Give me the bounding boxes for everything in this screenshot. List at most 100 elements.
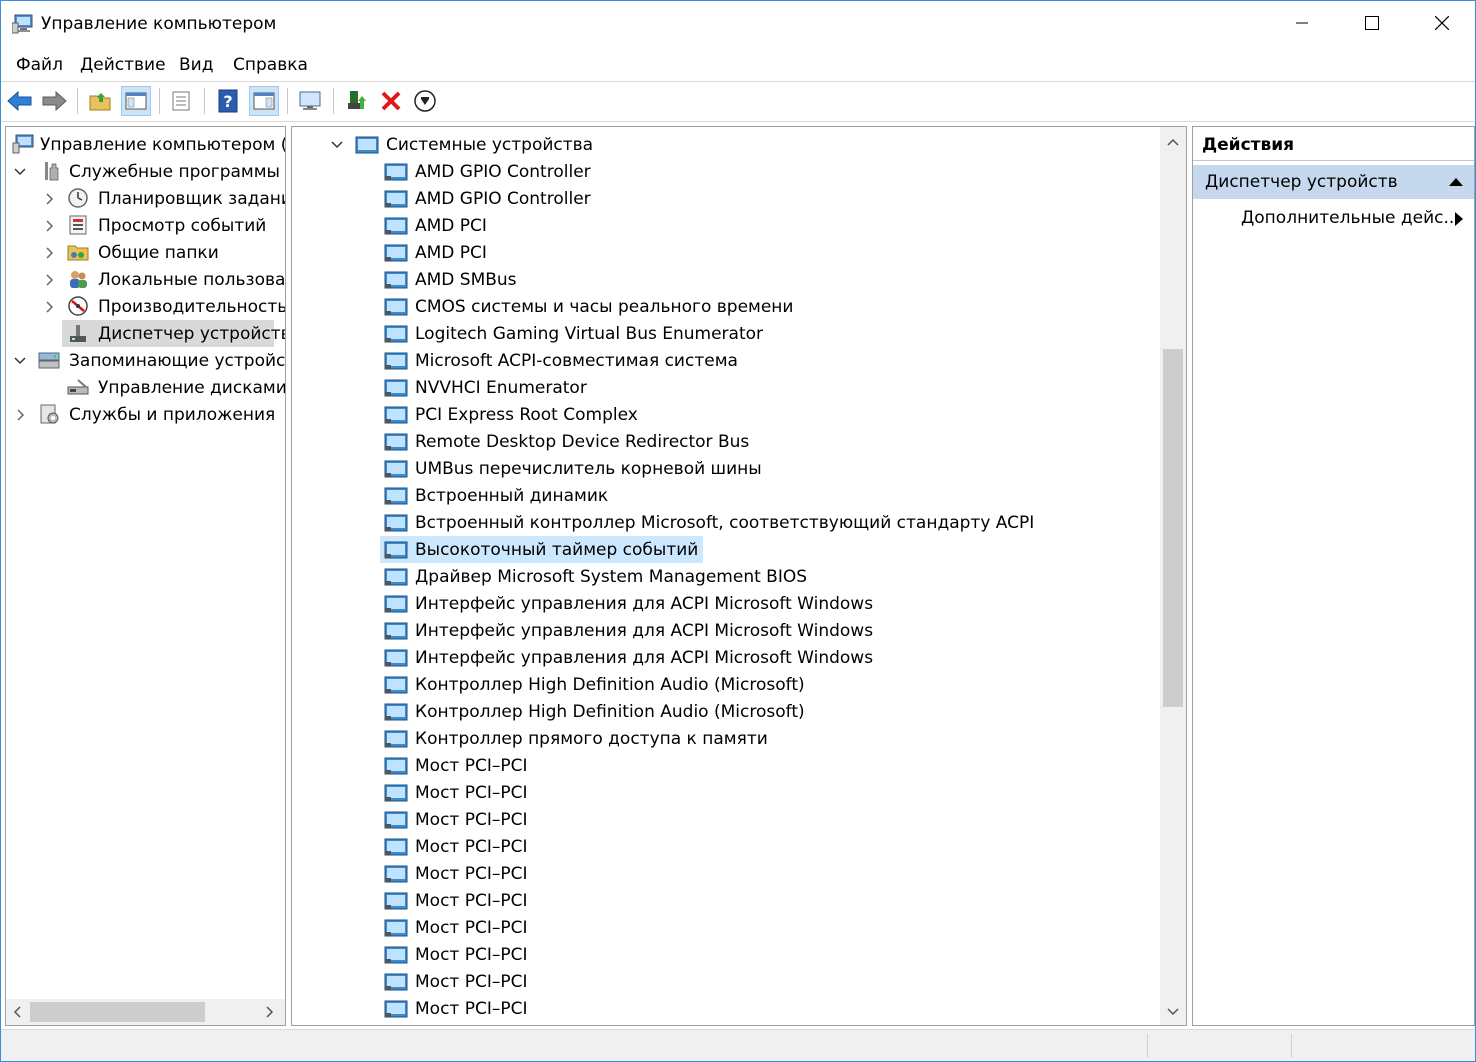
actions-more-actions[interactable]: Дополнительные дейс...	[1193, 203, 1474, 233]
system-device-icon	[384, 271, 408, 289]
scan-hardware-button[interactable]	[295, 86, 325, 116]
chevron-right-icon[interactable]	[14, 408, 28, 422]
minimize-button[interactable]	[1267, 1, 1337, 45]
back-button[interactable]	[5, 86, 35, 116]
system-device-icon	[384, 649, 408, 667]
toolbar-separator	[287, 88, 288, 114]
device-list-vertical-scrollbar[interactable]	[1160, 127, 1186, 1025]
device-item[interactable]: Мост PCI–PCI	[292, 995, 1152, 1022]
device-item-label: Высокоточный таймер событий	[415, 540, 699, 560]
actions-header-label: Действия	[1202, 135, 1295, 155]
uninstall-device-button[interactable]	[376, 86, 406, 116]
device-item[interactable]: Мост PCI–PCI	[292, 887, 1152, 914]
tree-item-local-users[interactable]: Локальные пользовате	[6, 266, 285, 293]
scroll-right-icon[interactable]	[265, 1006, 275, 1018]
tree-item-device-manager[interactable]: Диспетчер устройств	[62, 320, 285, 347]
chevron-right-icon[interactable]	[43, 273, 57, 287]
uninstall-icon	[381, 91, 401, 111]
menu-file[interactable]: Файл	[16, 55, 63, 75]
system-device-icon	[384, 865, 408, 883]
console-view-button[interactable]	[249, 86, 279, 116]
forward-button[interactable]	[39, 86, 69, 116]
scroll-up-icon[interactable]	[1167, 137, 1179, 147]
device-item[interactable]: Мост PCI–PCI	[292, 779, 1152, 806]
device-item[interactable]: PCI Express Root Complex	[292, 401, 1152, 428]
menu-action[interactable]: Действие	[80, 55, 166, 75]
tree-horizontal-scrollbar[interactable]	[6, 999, 285, 1025]
chevron-down-icon[interactable]	[330, 138, 344, 152]
system-device-icon	[384, 406, 408, 424]
tree-item-storage[interactable]: Запоминающие устройств	[6, 347, 285, 374]
tree-root-label: Управление компьютером (лс	[40, 135, 286, 155]
properties-icon	[172, 91, 190, 111]
disable-device-button[interactable]	[410, 86, 440, 116]
system-device-icon	[384, 622, 408, 640]
tree-item-shared-folders[interactable]: Общие папки	[6, 239, 285, 266]
update-driver-button[interactable]	[341, 86, 371, 116]
device-item[interactable]: AMD SMBus	[292, 266, 1152, 293]
tree-item-label: Запоминающие устройств	[69, 351, 286, 371]
tree-item-task-scheduler[interactable]: Планировщик заданий	[6, 185, 285, 212]
toolbar-separator	[159, 88, 160, 114]
show-hide-tree-icon	[125, 92, 147, 110]
tree-item-performance[interactable]: Производительность	[6, 293, 285, 320]
tree-item-event-viewer[interactable]: Просмотр событий	[6, 212, 285, 239]
device-list-scroll-thumb[interactable]	[1163, 349, 1183, 707]
scroll-left-icon[interactable]	[12, 1006, 22, 1018]
device-item[interactable]: Мост PCI–PCI	[292, 752, 1152, 779]
scroll-down-icon[interactable]	[1167, 1007, 1179, 1017]
maximize-button[interactable]	[1337, 1, 1407, 45]
device-item[interactable]: Logitech Gaming Virtual Bus Enumerator	[292, 320, 1152, 347]
device-item[interactable]: Контроллер High Definition Audio (Micros…	[292, 671, 1152, 698]
device-item-label: Встроенный динамик	[415, 486, 609, 506]
tree-item-system-tools[interactable]: Служебные программы	[6, 158, 285, 185]
device-item[interactable]: Мост PCI–PCI	[292, 806, 1152, 833]
device-item[interactable]: Интерфейс управления для ACPI Microsoft …	[292, 617, 1152, 644]
device-item[interactable]: Мост PCI–PCI	[292, 833, 1152, 860]
properties-button[interactable]	[166, 86, 196, 116]
device-item[interactable]: Мост PCI–PCI	[292, 860, 1152, 887]
device-item[interactable]: Контроллер High Definition Audio (Micros…	[292, 698, 1152, 725]
device-item[interactable]: Драйвер Microsoft System Management BIOS	[292, 563, 1152, 590]
actions-section-device-manager[interactable]: Диспетчер устройств	[1193, 165, 1474, 199]
system-device-icon	[384, 1000, 408, 1018]
device-item[interactable]: Встроенный контроллер Microsoft, соответ…	[292, 509, 1152, 536]
device-category-system[interactable]: Системные устройства	[292, 131, 1152, 158]
show-hide-tree-button[interactable]	[121, 86, 151, 116]
device-item[interactable]: Высокоточный таймер событий	[292, 536, 1152, 563]
device-item[interactable]: Встроенный динамик	[292, 482, 1152, 509]
device-item[interactable]: AMD GPIO Controller	[292, 185, 1152, 212]
chevron-down-icon[interactable]	[13, 354, 27, 368]
up-one-level-button[interactable]	[85, 86, 115, 116]
chevron-right-icon[interactable]	[43, 219, 57, 233]
device-item[interactable]: AMD GPIO Controller	[292, 158, 1152, 185]
device-item[interactable]: UMBus перечислитель корневой шины	[292, 455, 1152, 482]
chevron-right-icon[interactable]	[43, 300, 57, 314]
device-item[interactable]: Remote Desktop Device Redirector Bus	[292, 428, 1152, 455]
chevron-down-icon[interactable]	[13, 165, 27, 179]
device-item[interactable]: AMD PCI	[292, 239, 1152, 266]
close-button[interactable]	[1407, 1, 1476, 45]
device-item[interactable]: Microsoft ACPI-совместимая система	[292, 347, 1152, 374]
collapse-up-icon[interactable]	[1449, 178, 1463, 186]
device-item[interactable]: Мост PCI–PCI	[292, 968, 1152, 995]
device-item[interactable]: CMOS системы и часы реального времени	[292, 293, 1152, 320]
device-item[interactable]: Мост PCI–PCI	[292, 914, 1152, 941]
chevron-right-icon[interactable]	[43, 246, 57, 260]
menu-help[interactable]: Справка	[233, 55, 308, 75]
tree-item-disk-management[interactable]: Управление дисками	[6, 374, 285, 401]
chevron-right-icon[interactable]	[43, 192, 57, 206]
download-icon	[414, 90, 436, 112]
device-item[interactable]: Мост PCI–PCI	[292, 941, 1152, 968]
device-item[interactable]: Интерфейс управления для ACPI Microsoft …	[292, 644, 1152, 671]
device-item[interactable]: Контроллер прямого доступа к памяти	[292, 725, 1152, 752]
help-button[interactable]: ?	[213, 86, 243, 116]
device-item[interactable]: NVVHCI Enumerator	[292, 374, 1152, 401]
tree-root[interactable]: Управление компьютером (лс	[6, 131, 285, 158]
device-item[interactable]: AMD PCI	[292, 212, 1152, 239]
system-device-icon	[384, 784, 408, 802]
menu-view[interactable]: Вид	[179, 55, 213, 75]
tree-horizontal-scroll-thumb[interactable]	[30, 1002, 205, 1022]
device-item[interactable]: Интерфейс управления для ACPI Microsoft …	[292, 590, 1152, 617]
tree-item-services-apps[interactable]: Службы и приложения	[6, 401, 285, 428]
